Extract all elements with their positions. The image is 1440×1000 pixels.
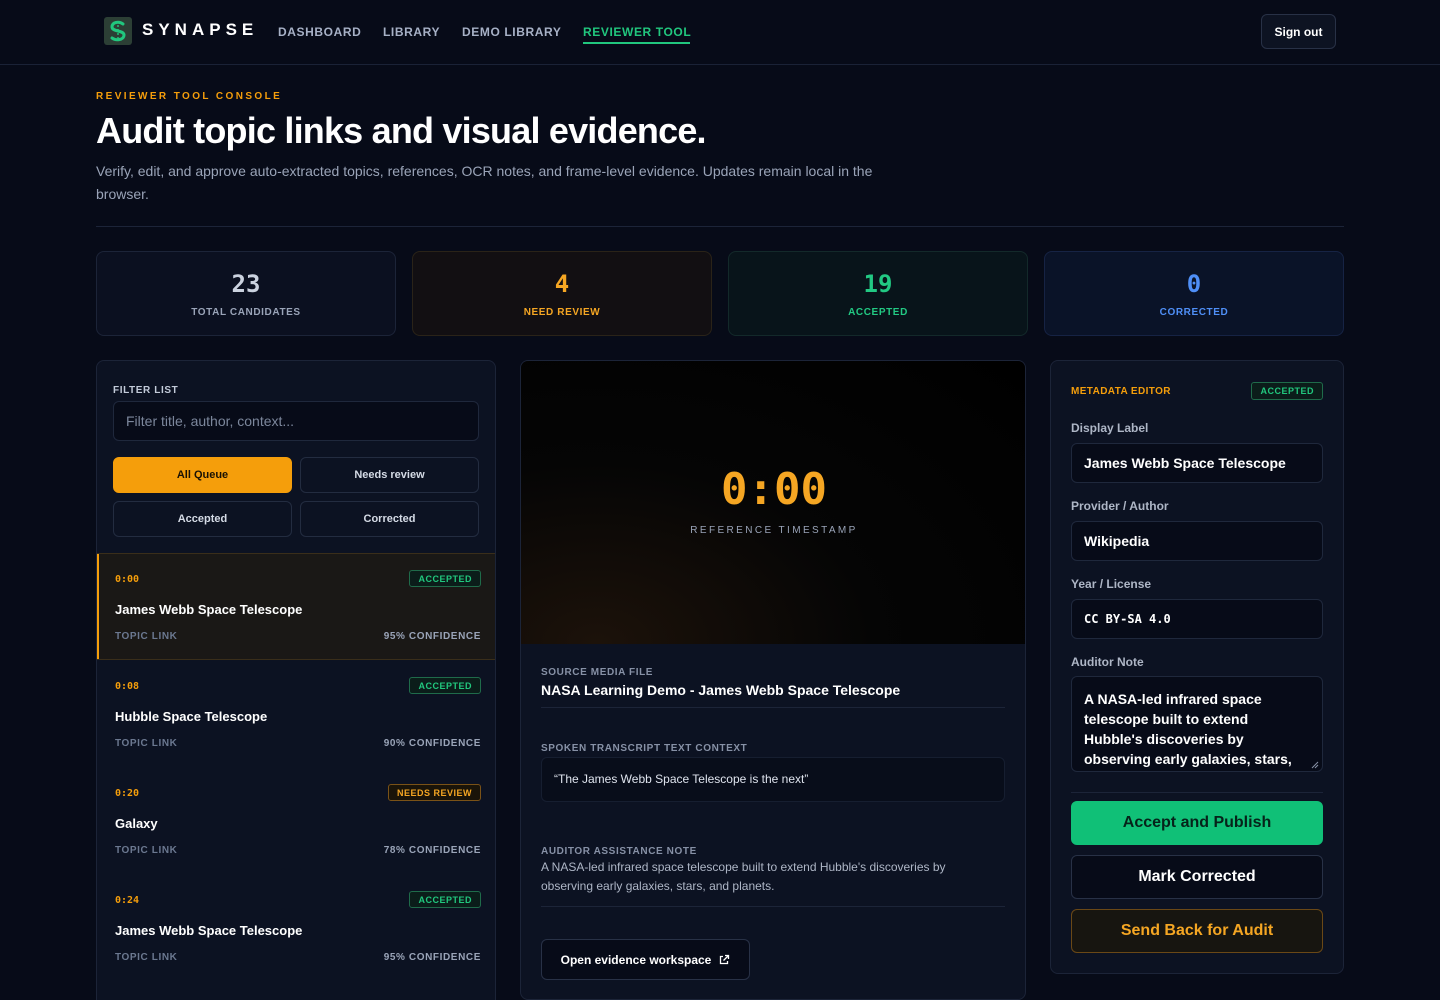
accept-publish-button[interactable]: Accept and Publish bbox=[1071, 801, 1323, 845]
queue-item[interactable]: 0:08 ACCEPTED Hubble Space Telescope TOP… bbox=[97, 661, 495, 768]
stat-label: NEED REVIEW bbox=[523, 307, 601, 318]
page-eyebrow: REVIEWER TOOL CONSOLE bbox=[96, 91, 283, 102]
queue-item-confidence: 95% CONFIDENCE bbox=[383, 631, 481, 642]
metadata-editor-panel: METADATA EDITOR ACCEPTED Display Label P… bbox=[1050, 360, 1344, 974]
video-player[interactable]: 0:00 REFERENCE TIMESTAMP bbox=[521, 361, 1025, 644]
transcript-label: SPOKEN TRANSCRIPT TEXT CONTEXT bbox=[541, 743, 748, 754]
queue-item-type: TOPIC LINK bbox=[115, 631, 178, 642]
queue-item-title: James Webb Space Telescope bbox=[115, 602, 303, 617]
resize-grip-icon[interactable] bbox=[1309, 759, 1319, 769]
status-badge: ACCEPTED bbox=[409, 570, 481, 587]
status-badge: ACCEPTED bbox=[409, 891, 481, 908]
stat-value: 23 bbox=[231, 270, 261, 298]
mark-corrected-button[interactable]: Mark Corrected bbox=[1071, 855, 1323, 899]
nav-library[interactable]: LIBRARY bbox=[383, 25, 440, 39]
stat-value: 19 bbox=[863, 270, 893, 298]
display-label-label: Display Label bbox=[1071, 421, 1149, 435]
divider bbox=[541, 707, 1005, 708]
nav-demo-library[interactable]: DEMO LIBRARY bbox=[462, 25, 561, 39]
queue-item-confidence: 78% CONFIDENCE bbox=[383, 845, 481, 856]
queue-item-title: Galaxy bbox=[115, 816, 158, 831]
filter-input[interactable] bbox=[113, 401, 479, 441]
filter-needs-review-button[interactable]: Needs review bbox=[300, 457, 479, 493]
filter-all-queue-button[interactable]: All Queue bbox=[113, 457, 292, 493]
provider-label: Provider / Author bbox=[1071, 499, 1169, 513]
evidence-panel: 0:00 REFERENCE TIMESTAMP SOURCE MEDIA FI… bbox=[520, 360, 1026, 1000]
status-badge: ACCEPTED bbox=[1251, 382, 1323, 400]
brand-name[interactable]: SYNAPSE bbox=[142, 20, 258, 40]
reference-timestamp: 0:00 bbox=[721, 464, 827, 515]
page-description: Verify, edit, and approve auto-extracted… bbox=[96, 163, 873, 202]
filter-accepted-button[interactable]: Accepted bbox=[113, 501, 292, 537]
queue-item-time: 0:24 bbox=[115, 895, 140, 906]
stat-total-candidates: 23 TOTAL CANDIDATES bbox=[96, 251, 396, 336]
stat-value: 0 bbox=[1186, 270, 1202, 298]
sign-out-button[interactable]: Sign out bbox=[1261, 14, 1336, 49]
stat-label: CORRECTED bbox=[1159, 307, 1229, 318]
nav-dashboard[interactable]: DASHBOARD bbox=[278, 25, 361, 39]
queue-item-type: TOPIC LINK bbox=[115, 952, 178, 963]
nav-reviewer-tool[interactable]: REVIEWER TOOL bbox=[583, 25, 691, 39]
license-input[interactable] bbox=[1071, 599, 1323, 639]
filter-label: FILTER LIST bbox=[113, 385, 179, 396]
stat-value: 4 bbox=[554, 270, 570, 298]
send-back-button[interactable]: Send Back for Audit bbox=[1071, 909, 1323, 953]
display-label-input[interactable] bbox=[1071, 443, 1323, 483]
queue-item[interactable]: 0:24 ACCEPTED James Webb Space Telescope… bbox=[97, 875, 495, 982]
review-queue-panel: FILTER LIST All Queue Needs review Accep… bbox=[96, 360, 496, 1000]
provider-input[interactable] bbox=[1071, 521, 1323, 561]
synapse-logo-icon[interactable] bbox=[104, 17, 132, 45]
stat-label: TOTAL CANDIDATES bbox=[191, 307, 301, 318]
license-label: Year / License bbox=[1071, 577, 1152, 591]
page-title: Audit topic links and visual evidence. bbox=[96, 110, 707, 151]
assistance-note: A NASA-led infrared space telescope buil… bbox=[541, 860, 946, 893]
status-badge: ACCEPTED bbox=[409, 677, 481, 694]
status-badge: NEEDS REVIEW bbox=[387, 784, 481, 801]
header-divider bbox=[96, 226, 1344, 227]
queue-item-title: Hubble Space Telescope bbox=[115, 709, 268, 724]
open-evidence-workspace-button[interactable]: Open evidence workspace bbox=[541, 939, 750, 980]
queue-item-time: 0:20 bbox=[115, 788, 140, 799]
external-link-icon bbox=[720, 954, 730, 964]
evidence-button-label: Open evidence workspace bbox=[560, 952, 712, 967]
queue-item-confidence: 90% CONFIDENCE bbox=[383, 738, 481, 749]
queue-item-time: 0:08 bbox=[115, 681, 140, 692]
top-navbar: SYNAPSE DASHBOARD LIBRARY DEMO LIBRARY R… bbox=[0, 0, 1440, 65]
divider bbox=[541, 906, 1005, 907]
assistance-note-label: AUDITOR ASSISTANCE NOTE bbox=[541, 846, 697, 857]
source-media-label: SOURCE MEDIA FILE bbox=[541, 667, 654, 678]
queue-item[interactable]: 0:20 NEEDS REVIEW Galaxy TOPIC LINK 78% … bbox=[97, 768, 495, 875]
transcript-context: “The James Webb Space Telescope is the n… bbox=[541, 757, 1005, 802]
queue-item-time: 0:00 bbox=[115, 574, 140, 585]
divider bbox=[1071, 792, 1323, 793]
queue-item-title: James Webb Space Telescope bbox=[115, 923, 303, 938]
auditor-note-label: Auditor Note bbox=[1071, 655, 1144, 669]
queue-item-type: TOPIC LINK bbox=[115, 845, 178, 856]
queue-item-type: TOPIC LINK bbox=[115, 738, 178, 749]
queue-item[interactable]: 0:00 ACCEPTED James Webb Space Telescope… bbox=[97, 553, 495, 660]
metadata-editor-title: METADATA EDITOR bbox=[1071, 386, 1171, 397]
stat-corrected: 0 CORRECTED bbox=[1044, 251, 1344, 336]
stat-label: ACCEPTED bbox=[848, 307, 908, 318]
active-nav-indicator bbox=[583, 42, 690, 44]
stat-need-review: 4 NEED REVIEW bbox=[412, 251, 712, 336]
filter-corrected-button[interactable]: Corrected bbox=[300, 501, 479, 537]
stat-accepted: 19 ACCEPTED bbox=[728, 251, 1028, 336]
timestamp-caption: REFERENCE TIMESTAMP bbox=[690, 525, 858, 536]
source-media-name: NASA Learning Demo - James Webb Space Te… bbox=[541, 682, 901, 698]
queue-item-confidence: 95% CONFIDENCE bbox=[383, 952, 481, 963]
auditor-note-textarea[interactable]: A NASA-led infrared space telescope buil… bbox=[1071, 676, 1323, 772]
